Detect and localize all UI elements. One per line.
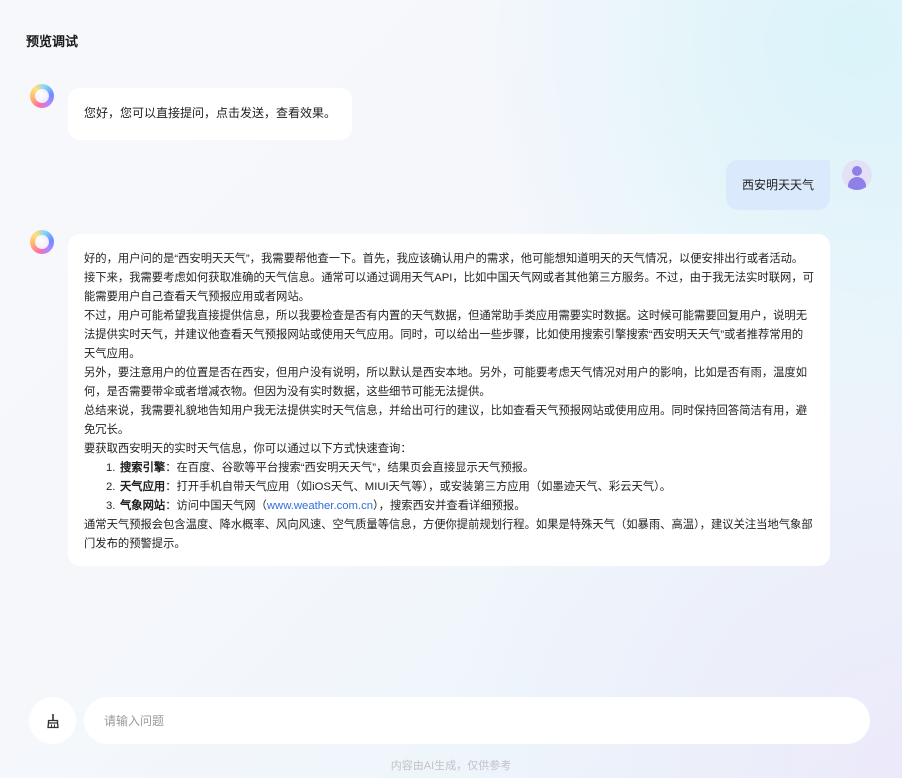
clear-chat-button[interactable] <box>29 697 76 744</box>
list-item: 2. 天气应用：打开手机自带天气应用（如iOS天气、MIUI天气等），或安装第三方… <box>106 481 672 493</box>
ai-orb-icon <box>30 230 54 254</box>
answer-list: 1. 搜索引擎：在百度、谷歌等平台搜索“西安明天天气”，结果页会直接显示天气预报。… <box>84 459 814 516</box>
answer-paragraph: 要获取西安明天的实时天气信息，你可以通过以下方式快速查询： <box>84 443 412 455</box>
list-item-title: 气象网站 <box>120 500 166 512</box>
bot-answer-bubble: 好的，用户问的是“西安明天天气”，我需要帮他查一下。首先，我应该确认用户的需求，… <box>68 234 830 566</box>
page-title: 预览调试 <box>26 34 79 49</box>
weather-site-link[interactable]: www.weather.com.cn <box>267 500 373 512</box>
answer-paragraph: 总结来说，我需要礼貌地告知用户我无法提供实时天气信息，并给出可行的建议，比如查看… <box>84 405 808 436</box>
list-item-title: 搜索引擎 <box>120 462 166 474</box>
answer-paragraph: 通常天气预报会包含温度、降水概率、风向风速、空气质量等信息，方便你提前规划行程。… <box>84 519 813 550</box>
answer-paragraph: 好的，用户问的是“西安明天天气”，我需要帮他查一下。首先，我应该确认用户的需求，… <box>84 253 814 303</box>
list-item: 3. 气象网站：访问中国天气网（www.weather.com.cn），搜索西安并… <box>106 500 526 512</box>
user-icon <box>842 160 872 190</box>
list-item-title: 天气应用 <box>120 481 166 493</box>
broom-icon <box>46 713 59 728</box>
answer-paragraph: 另外，要注意用户的位置是否在西安，但用户没有说明，所以默认是西安本地。另外，可能… <box>84 367 808 398</box>
greeting-text: 您好，您可以直接提问，点击发送，查看效果。 <box>84 106 337 120</box>
bot-greeting-bubble: 您好，您可以直接提问，点击发送，查看效果。 <box>68 88 352 140</box>
ai-disclaimer: 内容由AI生成，仅供参考 <box>390 760 512 772</box>
ai-orb-icon <box>30 84 54 108</box>
user-message-text: 西安明天天气 <box>741 178 814 192</box>
question-input[interactable] <box>84 697 870 744</box>
user-message-bubble: 西安明天天气 <box>725 160 830 210</box>
answer-paragraph: 不过，用户可能希望我直接提供信息，所以我要检查是否有内置的天气数据，但通常助手类… <box>84 310 808 360</box>
list-item: 1. 搜索引擎：在百度、谷歌等平台搜索“西安明天天气”，结果页会直接显示天气预报。 <box>106 462 535 474</box>
